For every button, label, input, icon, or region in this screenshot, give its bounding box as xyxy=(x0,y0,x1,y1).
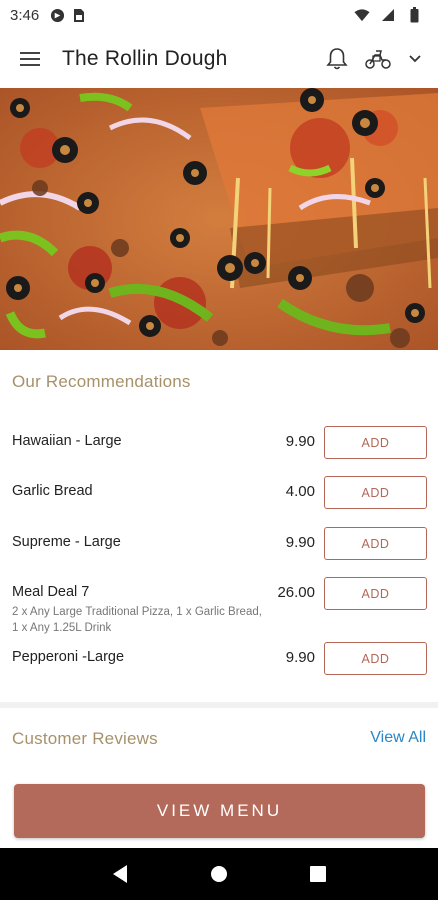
item-price: 9.90 xyxy=(285,649,315,666)
view-menu-button[interactable]: VIEW MENU xyxy=(14,784,425,838)
home-icon[interactable] xyxy=(204,859,234,889)
item-price: 9.90 xyxy=(285,433,315,450)
item-name: Supreme - Large xyxy=(12,534,121,550)
recommendations-heading: Our Recommendations xyxy=(12,372,191,391)
add-button[interactable]: ADD xyxy=(324,527,427,560)
section-divider xyxy=(0,702,438,708)
add-button[interactable]: ADD xyxy=(324,476,427,509)
chevron-down-icon[interactable] xyxy=(408,54,422,64)
recents-icon[interactable] xyxy=(303,859,333,889)
app-bar: The Rollin Dough xyxy=(0,30,438,88)
item-price: 4.00 xyxy=(285,483,315,500)
item-price: 9.90 xyxy=(285,534,315,551)
item-price: 26.00 xyxy=(277,584,315,601)
delivery-scooter-icon[interactable] xyxy=(364,48,392,70)
status-time: 3:46 xyxy=(10,6,40,24)
app-notification-icon xyxy=(49,7,65,23)
item-name: Garlic Bread xyxy=(12,483,93,499)
system-nav-bar xyxy=(0,848,438,900)
item-description: 2 x Any Large Traditional Pizza, 1 x Gar… xyxy=(12,606,262,634)
add-button[interactable]: ADD xyxy=(324,577,427,610)
add-button[interactable]: ADD xyxy=(324,642,427,675)
back-icon[interactable] xyxy=(105,859,135,889)
view-all-link[interactable]: View All xyxy=(370,729,426,747)
hamburger-menu-icon[interactable] xyxy=(18,47,42,71)
bell-icon[interactable] xyxy=(326,47,348,71)
hero-pizza-image xyxy=(0,88,438,350)
item-name: Hawaiian - Large xyxy=(12,433,122,449)
item-name: Meal Deal 7 xyxy=(12,584,90,600)
add-button[interactable]: ADD xyxy=(324,426,427,459)
sim-card-icon xyxy=(71,7,87,23)
signal-icon xyxy=(380,7,396,23)
item-name: Pepperoni -Large xyxy=(12,649,125,665)
wifi-icon xyxy=(354,7,370,23)
battery-icon xyxy=(406,7,422,23)
restaurant-title: The Rollin Dough xyxy=(62,47,228,70)
reviews-heading: Customer Reviews xyxy=(12,729,158,748)
status-bar: 3:46 xyxy=(0,0,438,30)
